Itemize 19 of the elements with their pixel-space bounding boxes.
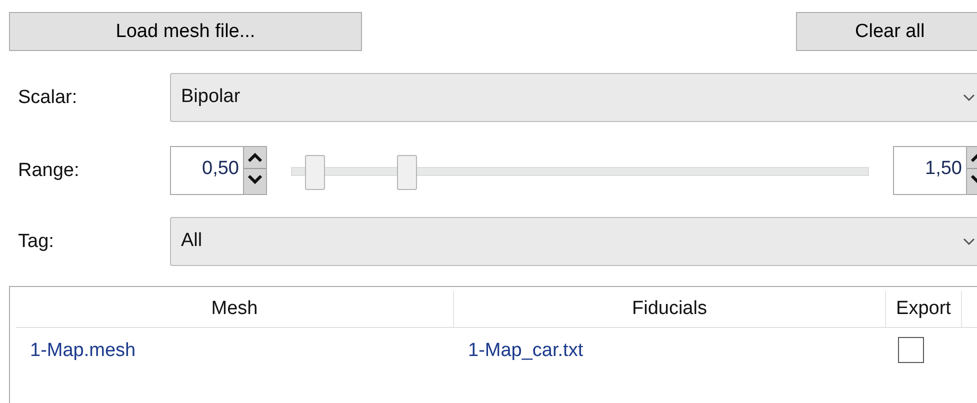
chevron-down-icon xyxy=(963,94,975,102)
export-checkbox[interactable] xyxy=(898,337,924,363)
scalar-dropdown[interactable]: Bipolar xyxy=(170,73,977,122)
column-header[interactable]: Fiducials xyxy=(454,291,886,327)
tag-dropdown[interactable]: All xyxy=(170,217,977,266)
load-mesh-button[interactable]: Load mesh file... xyxy=(9,12,362,51)
slider-thumb[interactable] xyxy=(305,154,326,190)
range-max-spinbox[interactable]: 1,50 xyxy=(893,146,977,195)
table-cell-text: 1-Map.mesh xyxy=(29,339,137,363)
chevron-down-icon xyxy=(963,238,975,246)
clear-all-button[interactable]: Clear all xyxy=(796,12,977,51)
column-header[interactable]: Mesh xyxy=(16,291,454,327)
range-label: Range: xyxy=(17,160,80,182)
slider-thumb[interactable] xyxy=(397,154,418,190)
table-cell-text: 1-Map_car.txt xyxy=(467,339,584,363)
column-header[interactable]: Export xyxy=(886,291,962,327)
range-min-spinbox[interactable]: 0,50 xyxy=(170,146,267,195)
scalar-label: Scalar: xyxy=(17,86,78,108)
tag-label: Tag: xyxy=(17,230,55,252)
